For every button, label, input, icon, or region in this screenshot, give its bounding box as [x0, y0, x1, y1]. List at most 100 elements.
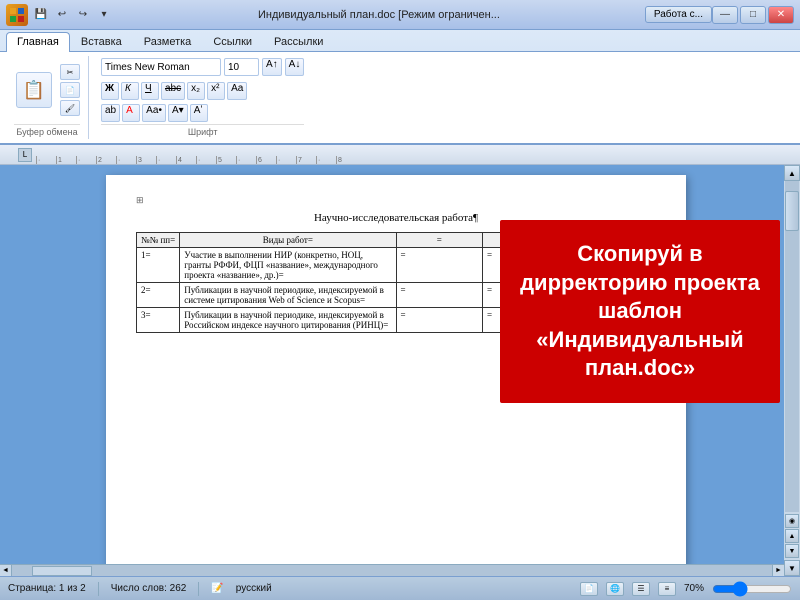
view-outline-btn[interactable]: ☰ — [632, 582, 650, 596]
language: русский — [236, 583, 272, 594]
row1-num: 1= — [137, 248, 180, 283]
minimize-button[interactable]: — — [712, 6, 738, 24]
row2-num: 2= — [137, 283, 180, 308]
scroll-track — [785, 181, 799, 512]
font-label: Шрифт — [101, 124, 304, 137]
scroll-prev-page[interactable]: ▲ — [785, 529, 799, 543]
ruler-mark-10: · — [236, 156, 256, 164]
clear-format-button[interactable]: A▾ — [168, 104, 188, 122]
status-bar: Страница: 1 из 2 Число слов: 262 📝 русск… — [0, 576, 800, 600]
undo-quick-btn[interactable]: ↩ — [53, 6, 71, 24]
font-name-input[interactable] — [101, 58, 221, 76]
vertical-scrollbar: ▲ ◉ ▲ ▼ ▼ — [784, 165, 800, 576]
dropdown-quick-btn[interactable]: ▾ — [95, 6, 113, 24]
scroll-right-button[interactable]: ► — [772, 565, 784, 577]
spell-check-icon[interactable]: 📝 — [211, 583, 223, 594]
scroll-extra-buttons: ◉ ▲ ▼ — [784, 512, 800, 560]
col-header-3: = — [396, 233, 483, 248]
ribbon-tabs: Главная Вставка Разметка Ссылки Рассылки — [0, 30, 800, 51]
view-normal-btn[interactable]: 📄 — [580, 582, 598, 596]
ruler-marks: · 1 · 2 · 3 · 4 · 5 · 6 · 7 · 8 — [36, 145, 356, 164]
ribbon-content: 📋 ✂ 📄 🖌 Буфер обмена A↑ — [0, 51, 800, 143]
work-button[interactable]: Работа с... — [645, 6, 712, 23]
grow-font-button[interactable]: A↑ — [262, 58, 282, 76]
font-group-content: A↑ A↓ Ж К Ч аbc x₂ x² Aa ab A — [101, 58, 304, 122]
scroll-next-page[interactable]: ▼ — [785, 544, 799, 558]
font-size-input[interactable] — [224, 58, 259, 76]
highlight-button[interactable]: ab — [101, 104, 120, 122]
ruler-mark-4: · — [116, 156, 136, 164]
document-area: ⊞ Научно-исследовательская работа¶ №№ пп… — [0, 165, 800, 576]
shrink-font-button[interactable]: A↓ — [285, 58, 305, 76]
ribbon: Главная Вставка Разметка Ссылки Рассылки… — [0, 30, 800, 145]
copy-button[interactable]: 📄 — [60, 82, 80, 98]
ruler-mark-9: 5 — [216, 156, 236, 164]
page-count: Страница: 1 из 2 — [8, 583, 86, 594]
paste-button[interactable]: 📋 — [14, 70, 54, 110]
ruler-mark-0: · — [36, 156, 56, 164]
aa-button[interactable]: Aa — [227, 82, 247, 100]
zoom-slider[interactable] — [712, 584, 792, 594]
tab-insert[interactable]: Вставка — [70, 32, 133, 51]
ruler-mark-6: · — [156, 156, 176, 164]
strikethrough-button[interactable]: аbc — [161, 82, 185, 100]
window-controls: — □ ✕ — [712, 6, 794, 24]
maximize-button[interactable]: □ — [740, 6, 766, 24]
office-logo[interactable] — [6, 4, 28, 26]
zoom-level: 70% — [684, 583, 704, 594]
col-header-num: №№ пп= — [137, 233, 180, 248]
italic-button[interactable]: К — [121, 82, 139, 100]
clipboard-group-content: 📋 ✂ 📄 🖌 — [14, 58, 80, 122]
ruler-mark-2: · — [76, 156, 96, 164]
view-web-btn[interactable]: 🌐 — [606, 582, 624, 596]
aa2-button[interactable]: Аа• — [142, 104, 166, 122]
font-color-button[interactable]: A — [122, 104, 140, 122]
scroll-left-button[interactable]: ◄ — [0, 565, 12, 577]
clipboard-label: Буфер обмена — [14, 124, 80, 137]
format-painter-button[interactable]: 🖌 — [60, 100, 80, 116]
superscript-button[interactable]: x² — [207, 82, 225, 100]
font-group: A↑ A↓ Ж К Ч аbc x₂ x² Aa ab A — [93, 56, 312, 139]
close-button[interactable]: ✕ — [768, 6, 794, 24]
ruler-mark-7: 4 — [176, 156, 196, 164]
case-button[interactable]: Аʼ — [190, 104, 208, 122]
clipboard-group: 📋 ✂ 📄 🖌 Буфер обмена — [6, 56, 89, 139]
row3-num: 3= — [137, 308, 180, 333]
status-sep-2 — [198, 582, 199, 596]
bold-button[interactable]: Ж — [101, 82, 119, 100]
ruler-mark-15: 8 — [336, 156, 356, 164]
ruler-mark-5: 3 — [136, 156, 156, 164]
h-scroll-track — [12, 566, 772, 576]
tab-references[interactable]: Ссылки — [202, 32, 263, 51]
redo-quick-btn[interactable]: ↪ — [74, 6, 92, 24]
add-icon: ⊞ — [136, 195, 656, 206]
h-scroll-thumb[interactable] — [32, 566, 92, 576]
ruler-corner[interactable]: L — [18, 148, 32, 162]
scroll-select-btn[interactable]: ◉ — [785, 514, 799, 528]
quick-access-toolbar: 💾 ↩ ↪ ▾ — [32, 6, 113, 24]
scroll-down-button[interactable]: ▼ — [784, 560, 800, 576]
save-quick-btn[interactable]: 💾 — [32, 6, 50, 24]
subscript-button[interactable]: x₂ — [187, 82, 205, 100]
underline-button[interactable]: Ч — [141, 82, 159, 100]
tab-mailings[interactable]: Рассылки — [263, 32, 334, 51]
row1-col3: = — [396, 248, 483, 283]
paste-icon: 📋 — [16, 72, 52, 108]
status-sep-1 — [98, 582, 99, 596]
row2-desc: Публикации в научной периодике, индексир… — [180, 283, 396, 308]
ruler-mark-11: 6 — [256, 156, 276, 164]
red-popup: Скопируй в дирректорию проекта шаблон «И… — [500, 220, 780, 403]
ruler-mark-14: · — [316, 156, 336, 164]
tab-layout[interactable]: Разметка — [133, 32, 203, 51]
horizontal-scrollbar: ◄ ► — [0, 564, 784, 576]
view-draft-btn[interactable]: ≡ — [658, 582, 676, 596]
tab-home[interactable]: Главная — [6, 32, 70, 52]
cut-button[interactable]: ✂ — [60, 64, 80, 80]
font-name-row: A↑ A↓ — [101, 58, 304, 76]
ruler-mark-12: · — [276, 156, 296, 164]
scroll-thumb[interactable] — [785, 191, 799, 231]
row3-desc: Публикации в научной периодике, индексир… — [180, 308, 396, 333]
scroll-up-button[interactable]: ▲ — [784, 165, 800, 181]
title-text: Индивидуальный план.doc [Режим ограничен… — [113, 9, 645, 21]
title-bar: 💾 ↩ ↪ ▾ Индивидуальный план.doc [Режим о… — [0, 0, 800, 30]
